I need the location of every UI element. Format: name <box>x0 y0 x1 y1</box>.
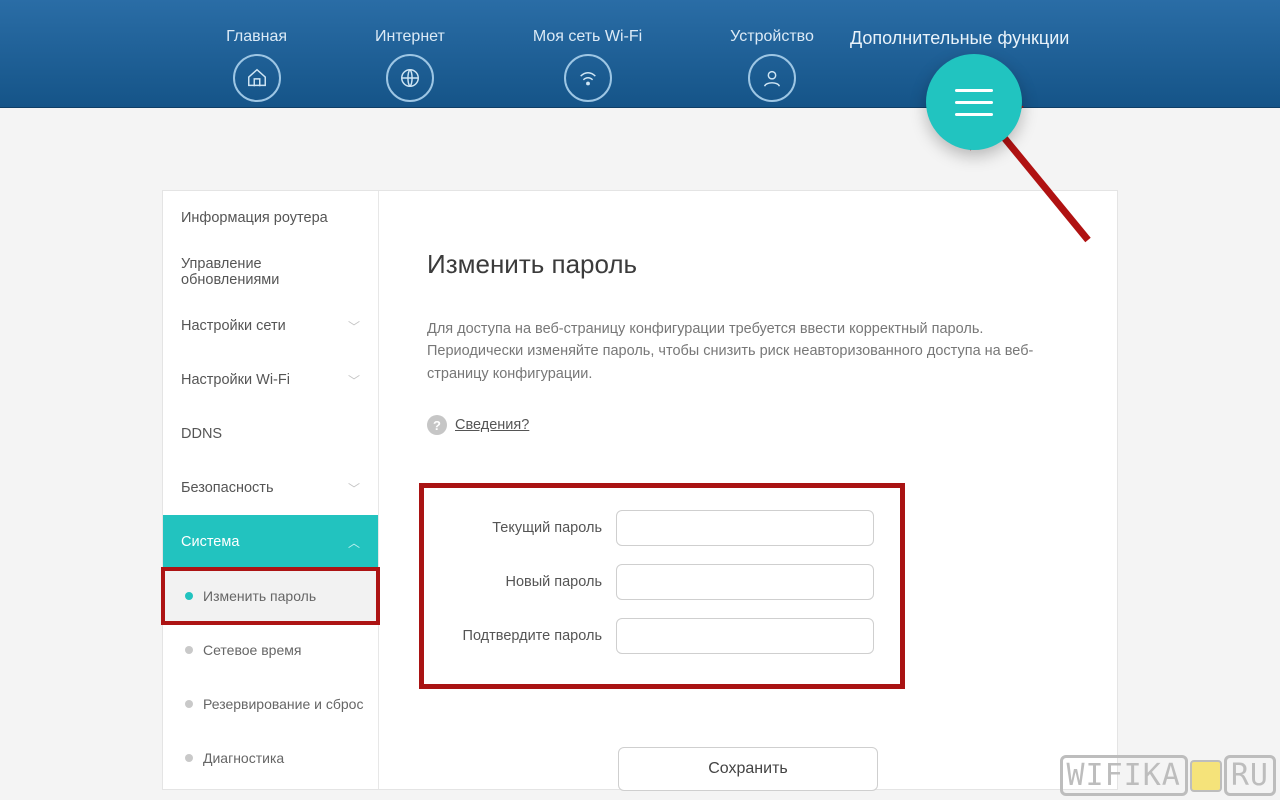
password-form: Текущий пароль Новый пароль Подтвердите … <box>419 483 905 689</box>
nav-wifi[interactable]: Моя сеть Wi-Fi <box>533 28 642 102</box>
home-icon <box>233 54 281 102</box>
sidebar-item-ddns[interactable]: DDNS <box>163 407 378 461</box>
current-password-row: Текущий пароль <box>424 510 900 546</box>
chevron-up-icon: ︿ <box>348 534 360 551</box>
new-password-label: Новый пароль <box>446 574 602 590</box>
sidebar-item-label: DDNS <box>181 426 222 442</box>
top-bar: Главная Интернет Моя сеть Wi-Fi Устройст… <box>0 0 1280 108</box>
watermark-text-2: RU <box>1224 755 1276 796</box>
sidebar-item-system[interactable]: Система ︿ <box>163 515 378 569</box>
wifi-icon <box>564 54 612 102</box>
nav-home[interactable]: Главная <box>226 28 287 102</box>
new-password-input[interactable] <box>616 564 874 600</box>
menu-icon <box>955 101 993 104</box>
sidebar-subitem-network-time[interactable]: Сетевое время <box>163 623 378 677</box>
chevron-down-icon: ﹀ <box>348 318 360 335</box>
sidebar-item-security[interactable]: Безопасность ﹀ <box>163 461 378 515</box>
sidebar-subitem-label: Изменить пароль <box>203 588 316 604</box>
watermark-text-1: WIFIKA <box>1060 755 1188 796</box>
chevron-down-icon: ﹀ <box>348 480 360 497</box>
info-link[interactable]: ? Сведения? <box>427 415 1069 435</box>
confirm-password-label: Подтвердите пароль <box>446 628 602 644</box>
chevron-down-icon: ﹀ <box>348 372 360 389</box>
sidebar-item-label: Система <box>181 534 239 550</box>
sidebar-item-label: Настройки Wi-Fi <box>181 372 290 388</box>
bullet-icon <box>185 754 193 762</box>
sidebar-subitem-label: Резервирование и сброс <box>203 696 363 712</box>
current-password-input[interactable] <box>616 510 874 546</box>
question-icon: ? <box>427 415 447 435</box>
confirm-password-input[interactable] <box>616 618 874 654</box>
page-description: Для доступа на веб-страницу конфигурации… <box>427 318 1067 385</box>
bullet-icon <box>185 646 193 654</box>
nav-wifi-label: Моя сеть Wi-Fi <box>533 28 642 46</box>
user-icon <box>748 54 796 102</box>
sidebar-subitem-change-password[interactable]: Изменить пароль <box>163 569 378 623</box>
nav-extra-label: Дополнительные функции <box>850 28 1069 49</box>
current-password-label: Текущий пароль <box>446 520 602 536</box>
new-password-row: Новый пароль <box>424 564 900 600</box>
page-title: Изменить пароль <box>427 249 1069 280</box>
sidebar: Информация роутера Управление обновления… <box>163 191 379 789</box>
sidebar-item-network-settings[interactable]: Настройки сети ﹀ <box>163 299 378 353</box>
sidebar-item-wifi-settings[interactable]: Настройки Wi-Fi ﹀ <box>163 353 378 407</box>
confirm-password-row: Подтвердите пароль <box>424 618 900 654</box>
sidebar-item-label: Безопасность <box>181 480 274 496</box>
sidebar-item-label: Настройки сети <box>181 318 286 334</box>
sidebar-subitem-backup-reset[interactable]: Резервирование и сброс <box>163 677 378 731</box>
nav-home-label: Главная <box>226 28 287 46</box>
sidebar-subitem-label: Сетевое время <box>203 642 301 658</box>
bullet-icon <box>185 700 193 708</box>
save-button[interactable]: Сохранить <box>618 747 878 791</box>
sidebar-item-label: Управление обновлениями <box>181 256 360 288</box>
main-card: Информация роутера Управление обновления… <box>162 190 1118 790</box>
sidebar-item-label: Информация роутера <box>181 210 328 226</box>
watermark-qr-icon <box>1190 760 1222 792</box>
sidebar-subitem-label: Диагностика <box>203 750 284 766</box>
nav-device-label: Устройство <box>730 28 814 46</box>
globe-icon <box>386 54 434 102</box>
extra-functions-button[interactable] <box>926 54 1022 150</box>
content-area: Изменить пароль Для доступа на веб-стран… <box>379 191 1117 789</box>
sidebar-subitem-diagnostics[interactable]: Диагностика <box>163 731 378 785</box>
nav-internet[interactable]: Интернет <box>375 28 445 102</box>
sidebar-item-updates[interactable]: Управление обновлениями <box>163 245 378 299</box>
nav-internet-label: Интернет <box>375 28 445 46</box>
info-link-text[interactable]: Сведения? <box>455 417 529 433</box>
nav-device[interactable]: Устройство <box>730 28 814 102</box>
watermark: WIFIKA RU <box>1060 755 1277 796</box>
sidebar-item-router-info[interactable]: Информация роутера <box>163 191 378 245</box>
bullet-icon <box>185 592 193 600</box>
